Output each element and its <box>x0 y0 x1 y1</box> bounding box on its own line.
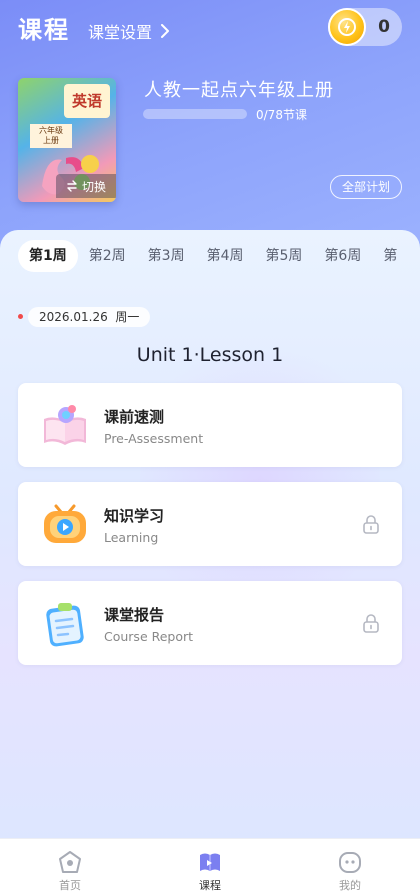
tab-week-5[interactable]: 第5周 <box>255 240 314 272</box>
card-title: 课堂报告 <box>104 606 165 624</box>
lock-icon <box>363 515 379 534</box>
card-subtitle: Course Report <box>104 629 194 644</box>
home-icon <box>59 851 81 873</box>
nav-profile[interactable]: 我的 <box>280 839 420 893</box>
switch-book-button[interactable]: 切换 <box>56 174 116 198</box>
coin-icon <box>328 8 366 46</box>
nav-home[interactable]: 首页 <box>0 839 140 893</box>
weekday-value: 周一 <box>115 310 140 324</box>
nav-label: 首页 <box>59 879 81 892</box>
coin-balance-button[interactable]: 0 <box>328 8 402 46</box>
book-assessment-icon <box>44 405 86 445</box>
lock-icon <box>363 614 379 633</box>
switch-label: 切换 <box>81 179 106 194</box>
course-book-icon <box>200 853 220 871</box>
textbook-cover[interactable]: 英语 六年级 上册 切换 <box>18 78 116 202</box>
week-tabs: 第1周 第2周 第3周 第4周 第5周 第6周第 <box>18 240 420 272</box>
course-progress-bar <box>143 109 247 119</box>
tab-week-6[interactable]: 第6周 <box>313 240 372 272</box>
date-marker-dot <box>18 314 23 319</box>
switch-icon <box>67 180 77 192</box>
course-progress-text: 0/78节课 <box>256 108 307 122</box>
nav-label: 我的 <box>339 879 361 892</box>
book-cover-grade: 六年级 上册 <box>30 124 72 148</box>
nav-course[interactable]: 课程 <box>140 839 280 893</box>
card-subtitle: Learning <box>104 530 159 545</box>
tab-week-7[interactable]: 第 <box>372 240 408 272</box>
learning-card[interactable]: 知识学习 Learning <box>18 482 402 566</box>
class-settings-label: 课堂设置 <box>88 23 153 42</box>
tab-week-1[interactable]: 第1周 <box>18 240 78 272</box>
date-label: 2026.01.26 周一 <box>28 307 151 327</box>
course-report-card[interactable]: 课堂报告 Course Report <box>18 581 402 665</box>
bottom-navigation: 首页 课程 我的 <box>0 838 420 893</box>
nav-label: 课程 <box>199 879 221 892</box>
page-title: 课程 <box>18 16 70 44</box>
pre-assessment-card[interactable]: 课前速测 Pre-Assessment <box>18 383 402 467</box>
all-plans-button[interactable]: 全部计划 <box>330 175 402 199</box>
card-title: 课前速测 <box>104 408 165 426</box>
lesson-title: Unit 1·Lesson 1 <box>136 344 284 366</box>
date-value: 2026.01.26 <box>39 310 108 324</box>
card-title: 知识学习 <box>104 507 165 525</box>
coin-count: 0 <box>378 17 390 37</box>
clipboard-report-icon <box>46 603 84 647</box>
profile-icon <box>339 852 361 873</box>
tab-week-2[interactable]: 第2周 <box>78 240 137 272</box>
card-subtitle: Pre-Assessment <box>104 431 204 446</box>
tv-play-icon <box>44 504 86 543</box>
course-name: 人教一起点六年级上册 <box>144 80 334 101</box>
tab-week-3[interactable]: 第3周 <box>137 240 196 272</box>
chevron-right-icon <box>161 24 170 38</box>
class-settings-link[interactable]: 课堂设置 <box>88 19 170 43</box>
tab-week-4[interactable]: 第4周 <box>196 240 255 272</box>
book-cover-title: 英语 <box>64 84 110 118</box>
